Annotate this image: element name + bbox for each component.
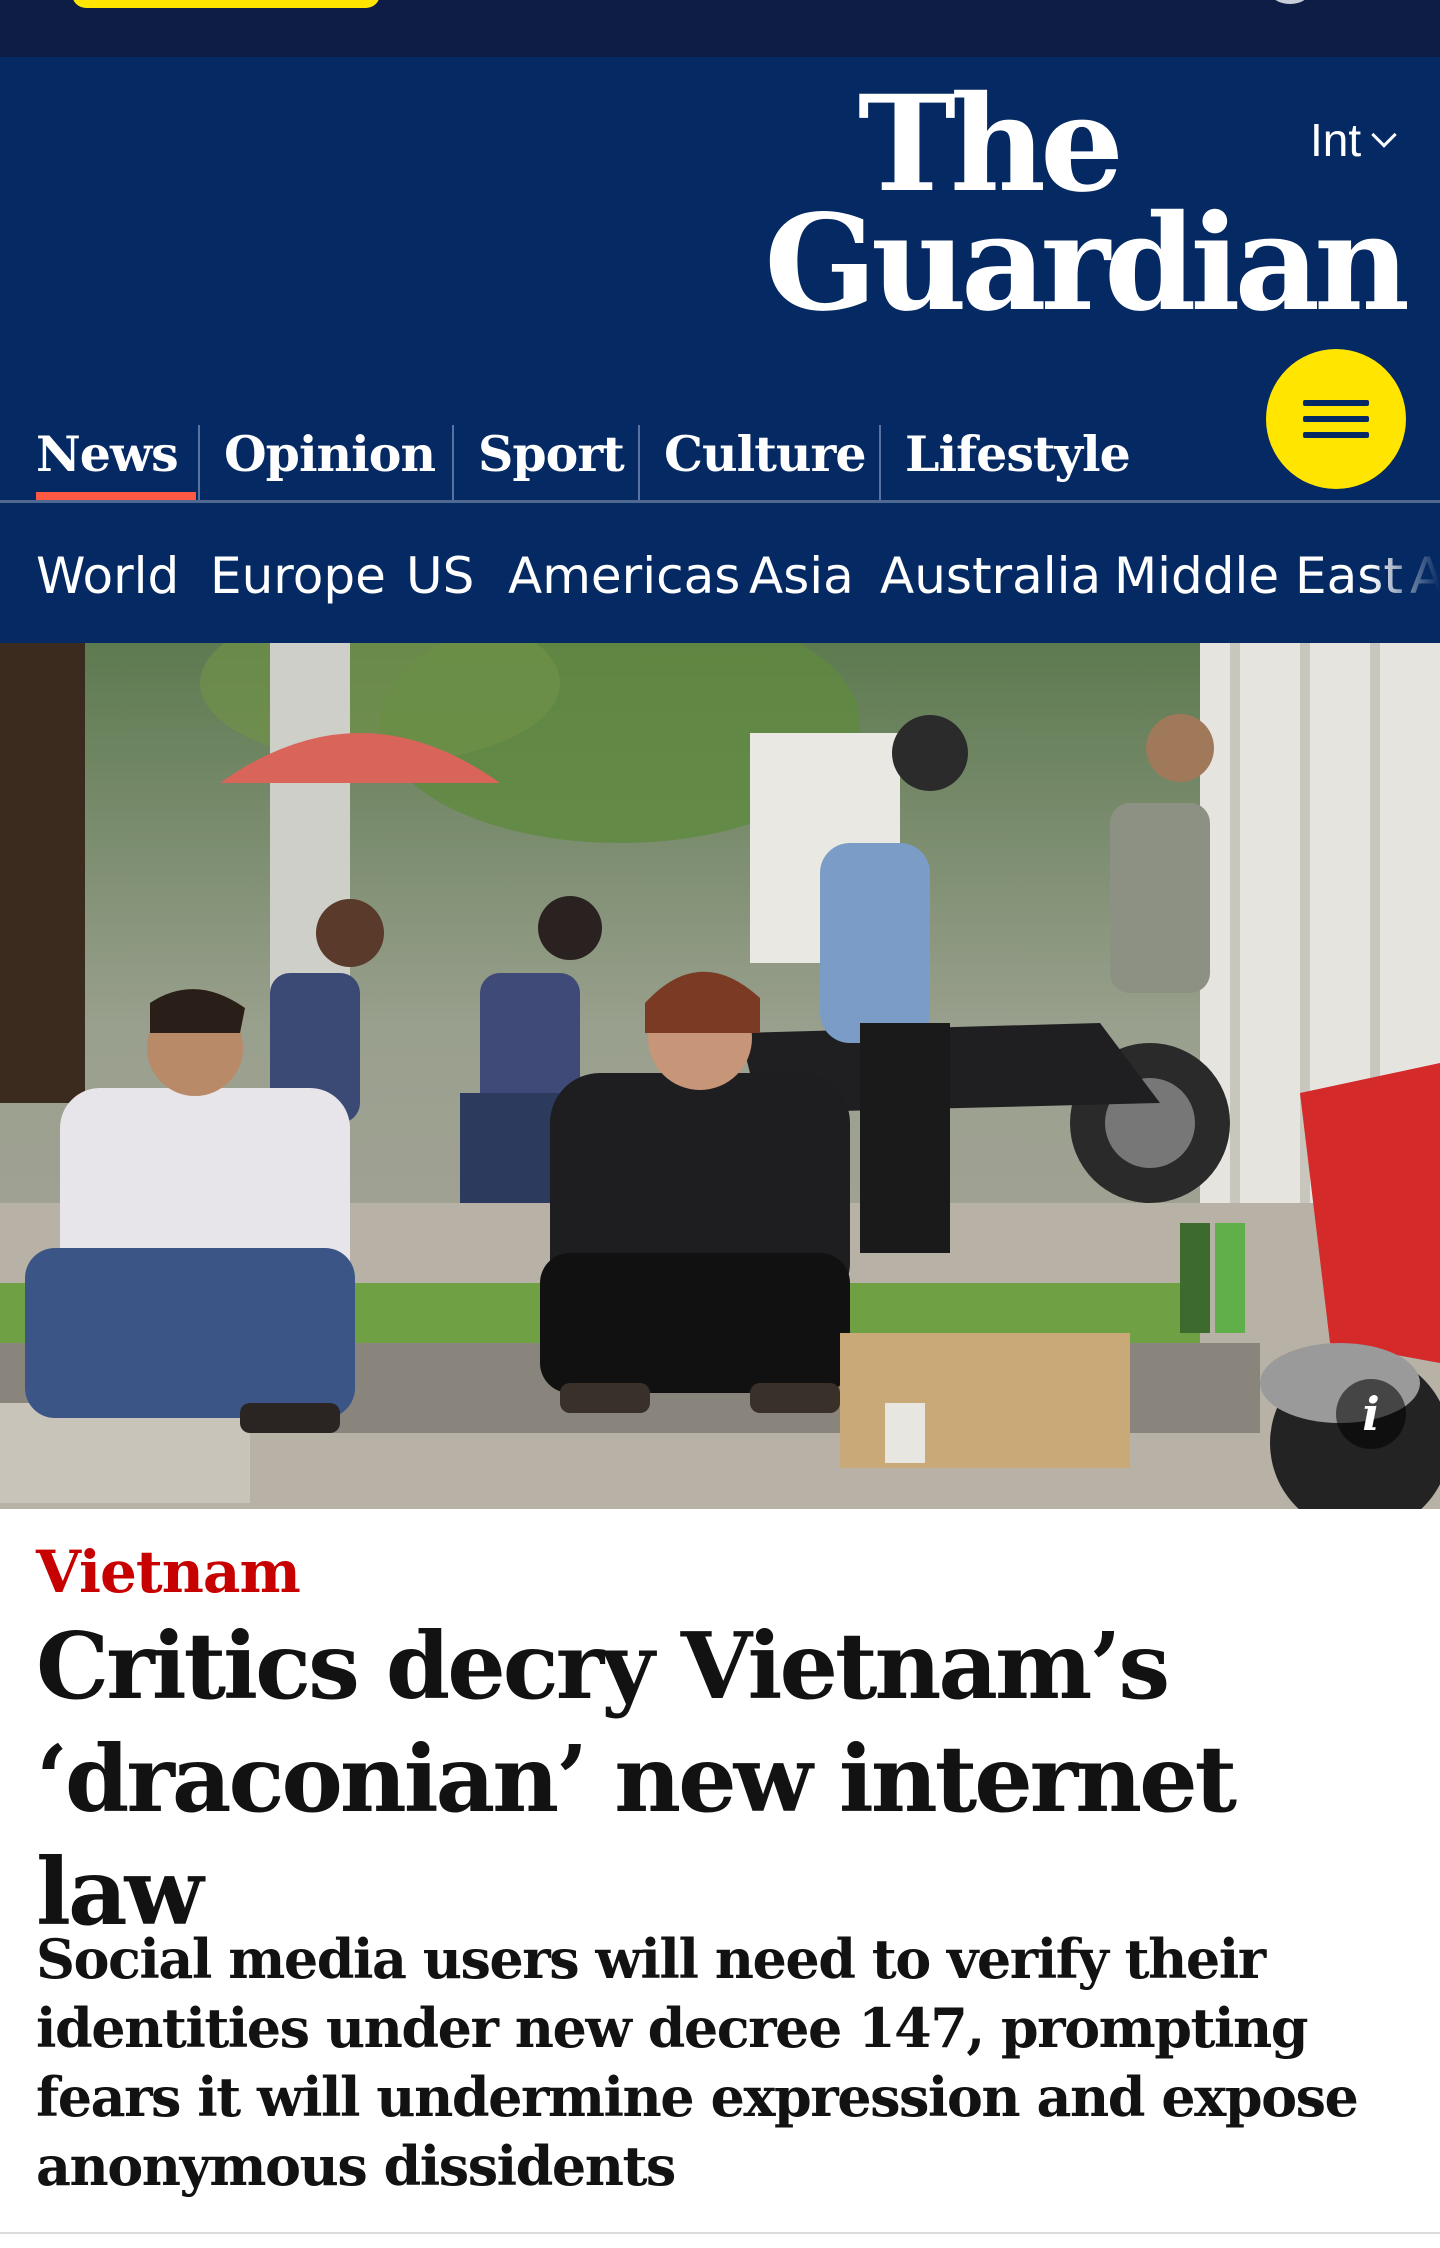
article-kicker[interactable]: Vietnam	[36, 1538, 301, 1606]
hamburger-menu-icon[interactable]	[1266, 349, 1406, 489]
headline-line-1: Critics decry Vietnam’s	[36, 1612, 1170, 1720]
support-button-partial[interactable]	[72, 0, 380, 8]
menu-bar	[1303, 432, 1369, 438]
account-icon-partial[interactable]	[1270, 0, 1310, 4]
masthead: Int The Guardian News Opinion Sport Cult…	[0, 57, 1440, 502]
pillar-nav: News Opinion Sport Culture Lifestyle	[0, 367, 1139, 502]
pillar-culture-label: Culture	[664, 425, 866, 483]
pillar-sport-label: Sport	[478, 425, 625, 483]
subnav-item-europe[interactable]: Europe	[210, 547, 386, 605]
bottom-rule	[0, 2232, 1440, 2234]
logo-line-1: The	[857, 67, 1124, 222]
info-icon[interactable]: i	[1336, 1379, 1406, 1449]
menu-bar	[1303, 416, 1369, 422]
subnav-item-us[interactable]: US	[406, 547, 474, 605]
pillar-lifestyle[interactable]: Lifestyle	[879, 367, 1139, 502]
pillar-news-label: News	[36, 425, 179, 483]
subnav-item-world[interactable]: World	[36, 547, 179, 605]
pillar-lifestyle-label: Lifestyle	[905, 425, 1131, 483]
pillar-sport[interactable]: Sport	[452, 367, 638, 502]
pillar-news[interactable]: News	[0, 367, 198, 502]
guardian-logo[interactable]: The Guardian	[764, 67, 1410, 341]
top-strip	[0, 0, 1440, 57]
headline-line-2: ‘draconian’ new internet law	[36, 1725, 1237, 1946]
menu-bar	[1303, 400, 1369, 406]
street-photo	[0, 643, 1440, 1509]
pillar-opinion-label: Opinion	[224, 425, 436, 483]
sub-nav: World Europe US Americas Asia Australia …	[0, 503, 1440, 643]
article-standfirst: Social media users will need to verify t…	[36, 1927, 1359, 2198]
subnav-item-asia[interactable]: Asia	[749, 547, 854, 605]
pillar-culture[interactable]: Culture	[638, 367, 879, 502]
pillar-opinion[interactable]: Opinion	[198, 367, 452, 502]
subnav-item-middle-east[interactable]: Middle East	[1114, 547, 1403, 605]
logo-line-2: Guardian	[764, 186, 1410, 341]
hero-image[interactable]: i	[0, 643, 1440, 1509]
subnav-fade	[1370, 503, 1440, 643]
article-headline: Critics decry Vietnam’s ‘draconian’ new …	[36, 1610, 1416, 1949]
subnav-item-americas[interactable]: Americas	[508, 547, 740, 605]
subnav-item-australia[interactable]: Australia	[880, 547, 1101, 605]
